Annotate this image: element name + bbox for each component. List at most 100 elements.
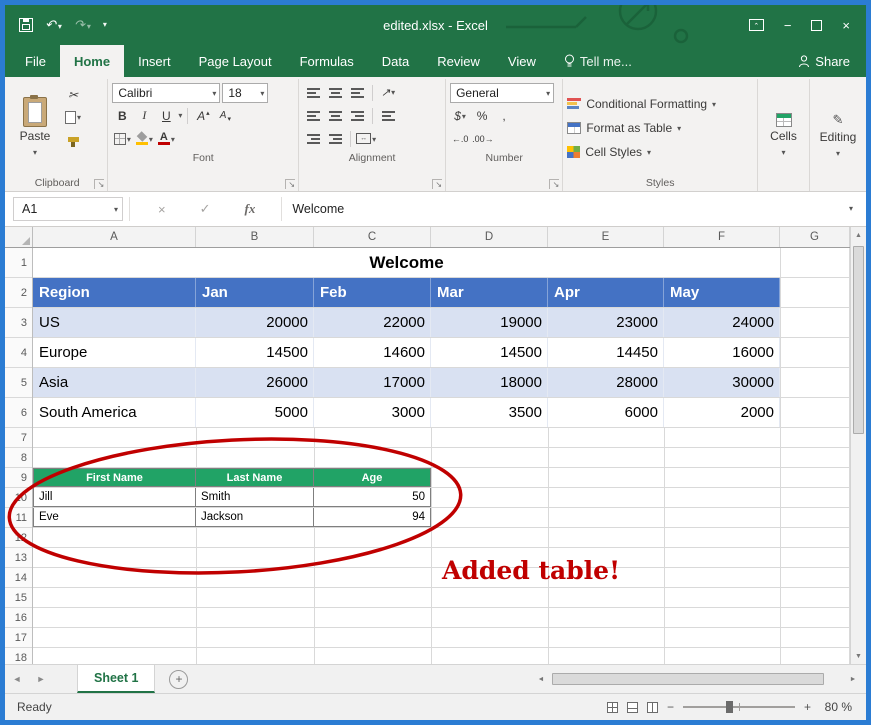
underline-caret-icon[interactable] <box>178 107 182 125</box>
tab-view[interactable]: View <box>494 45 550 77</box>
page-layout-view-button[interactable] <box>627 702 638 713</box>
close-button[interactable]: × <box>842 18 850 33</box>
bold-button[interactable]: B <box>112 106 132 126</box>
align-top-button[interactable] <box>303 83 323 103</box>
borders-button[interactable] <box>112 129 132 149</box>
font-color-button[interactable]: A <box>156 129 176 149</box>
vertical-scroll-track[interactable] <box>851 243 866 648</box>
font-family-select[interactable]: Calibri <box>112 83 220 103</box>
sales-cell[interactable]: 5000 <box>196 398 314 427</box>
row-header[interactable]: 14 <box>5 568 32 588</box>
tab-review[interactable]: Review <box>423 45 494 77</box>
people-header-cell[interactable]: Age <box>314 468 431 487</box>
share-button[interactable]: Share <box>798 45 866 77</box>
align-middle-button[interactable] <box>325 83 345 103</box>
sheet-tab-sheet1[interactable]: Sheet 1 <box>77 665 155 693</box>
people-cell[interactable]: 50 <box>314 488 431 507</box>
sales-header-cell[interactable]: Region <box>33 278 196 307</box>
orientation-button[interactable]: ↗ <box>378 83 398 103</box>
number-dialog-launcher[interactable]: ↘ <box>549 179 559 189</box>
qat-customize-button[interactable] <box>103 16 107 34</box>
grid-row[interactable] <box>33 428 850 448</box>
sales-cell[interactable]: 18000 <box>431 368 548 397</box>
column-header-f[interactable]: F <box>664 227 780 247</box>
redo-caret-icon[interactable] <box>87 18 91 33</box>
increase-indent-button[interactable] <box>325 129 345 149</box>
cut-button[interactable]: ✂ <box>63 85 83 105</box>
sales-header-cell[interactable]: Jan <box>196 278 314 307</box>
sales-cell[interactable]: 6000 <box>548 398 664 427</box>
row-header[interactable]: 16 <box>5 608 32 628</box>
sales-cell[interactable]: 20000 <box>196 308 314 337</box>
sales-cell[interactable]: 14500 <box>431 338 548 367</box>
vertical-scrollbar[interactable]: ▲ ▼ <box>850 227 866 664</box>
tab-insert[interactable]: Insert <box>124 45 185 77</box>
grid-row[interactable] <box>33 448 850 468</box>
tab-formulas[interactable]: Formulas <box>286 45 368 77</box>
cell-welcome-title[interactable]: Welcome <box>33 248 780 277</box>
horizontal-scroll-thumb[interactable] <box>552 673 824 685</box>
sales-cell[interactable]: Asia <box>33 368 196 397</box>
ribbon-display-options-button[interactable] <box>749 19 764 31</box>
tab-page-layout[interactable]: Page Layout <box>185 45 286 77</box>
zoom-slider-thumb[interactable] <box>726 701 733 713</box>
horizontal-scrollbar[interactable]: ◄ ► <box>532 665 866 693</box>
sales-cell[interactable]: 14450 <box>548 338 664 367</box>
undo-button[interactable]: ↶ <box>45 17 62 33</box>
scroll-right-button[interactable]: ► <box>844 665 862 693</box>
sales-cell[interactable]: 19000 <box>431 308 548 337</box>
cancel-button[interactable]: × <box>158 202 166 217</box>
people-header-cell[interactable]: Last Name <box>196 468 314 487</box>
sales-header-cell[interactable]: Apr <box>548 278 664 307</box>
grid-row[interactable] <box>33 568 850 588</box>
row-header[interactable]: 4 <box>5 338 32 368</box>
column-header-d[interactable]: D <box>431 227 548 247</box>
grid-row[interactable] <box>33 628 850 648</box>
align-bottom-button[interactable] <box>347 83 367 103</box>
save-button[interactable] <box>19 18 33 32</box>
sales-cell[interactable]: 30000 <box>664 368 780 397</box>
number-format-select[interactable]: General <box>450 83 554 103</box>
enter-button[interactable]: ✓ <box>200 201 211 217</box>
maximize-button[interactable] <box>811 20 822 31</box>
increase-font-size-button[interactable]: A <box>193 106 213 126</box>
sales-cell[interactable]: 14600 <box>314 338 431 367</box>
zoom-level[interactable]: 80 % <box>820 700 852 714</box>
editing-button[interactable]: ✎ Editing <box>814 112 862 160</box>
page-break-view-button[interactable] <box>647 702 658 713</box>
insert-function-button[interactable]: fx <box>245 201 256 217</box>
format-as-table-button[interactable]: Format as Table <box>567 117 753 139</box>
row-header[interactable]: 2 <box>5 278 32 308</box>
row-header[interactable]: 5 <box>5 368 32 398</box>
decrease-font-size-button[interactable]: A <box>215 106 235 126</box>
copy-button[interactable] <box>63 107 83 127</box>
sales-cell[interactable]: 16000 <box>664 338 780 367</box>
people-cell[interactable]: Eve <box>33 508 196 527</box>
row-header[interactable]: 18 <box>5 648 32 664</box>
clipboard-dialog-launcher[interactable]: ↘ <box>94 179 104 189</box>
font-dialog-launcher[interactable]: ↘ <box>285 179 295 189</box>
scroll-left-button[interactable]: ◄ <box>532 665 550 693</box>
grid-row[interactable] <box>33 648 850 664</box>
cell-styles-button[interactable]: Cell Styles <box>567 141 753 163</box>
row-header[interactable]: 1 <box>5 248 32 278</box>
sales-cell[interactable]: 24000 <box>664 308 780 337</box>
scroll-up-button[interactable]: ▲ <box>851 227 866 243</box>
row-header[interactable]: 3 <box>5 308 32 338</box>
sales-header-cell[interactable]: May <box>664 278 780 307</box>
align-right-button[interactable] <box>347 106 367 126</box>
sales-cell[interactable]: 26000 <box>196 368 314 397</box>
tab-file[interactable]: File <box>11 45 60 77</box>
undo-caret-icon[interactable] <box>58 18 62 33</box>
zoom-slider[interactable] <box>683 706 795 708</box>
zoom-in-button[interactable]: + <box>804 700 811 714</box>
sales-cell[interactable]: 2000 <box>664 398 780 427</box>
row-header[interactable]: 8 <box>5 448 32 468</box>
formula-input[interactable]: Welcome <box>281 197 842 221</box>
italic-button[interactable]: I <box>134 106 154 126</box>
sheet-next-button[interactable]: ► <box>29 665 53 693</box>
row-header[interactable]: 9 <box>5 468 32 488</box>
decrease-indent-button[interactable] <box>303 129 323 149</box>
paste-caret-icon[interactable] <box>33 145 37 159</box>
sales-cell[interactable]: 3000 <box>314 398 431 427</box>
